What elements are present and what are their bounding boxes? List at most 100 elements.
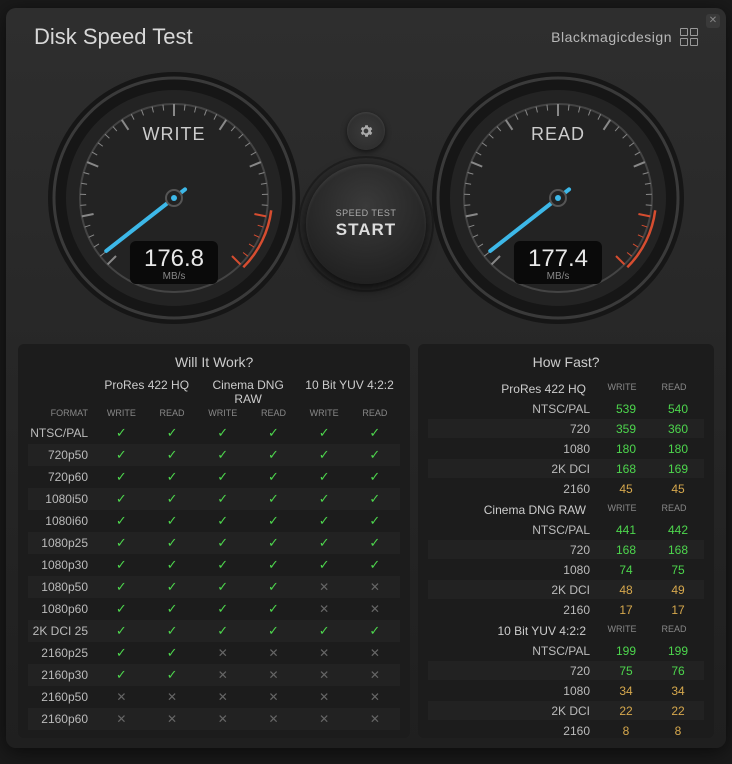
read-value-box: 177.4 MB/s	[514, 241, 602, 284]
codec-section-header: 10 Bit YUV 4:2:2 WRITE READ	[428, 620, 704, 640]
read-value: 442	[652, 523, 704, 537]
check-icon: ✓	[217, 425, 228, 441]
result-cell: ✓	[197, 510, 248, 532]
check-icon: ✓	[116, 447, 127, 463]
result-cell: ✕	[197, 664, 248, 686]
how-fast-title: How Fast?	[428, 354, 704, 378]
cross-icon: ✕	[319, 602, 329, 616]
result-cell: ✓	[96, 532, 147, 554]
check-icon: ✓	[268, 579, 279, 595]
write-value: 75	[600, 664, 652, 678]
result-cell: ✓	[147, 664, 198, 686]
cross-icon: ✕	[218, 668, 228, 682]
check-icon: ✓	[116, 623, 127, 639]
check-icon: ✓	[369, 469, 380, 485]
result-cell: ✓	[197, 554, 248, 576]
format-row-label: 1080i50	[28, 488, 96, 510]
app-title: Disk Speed Test	[34, 24, 193, 50]
gauges-row: WRITE 176.8 MB/s SPEED TEST START READ 1…	[6, 58, 726, 344]
cross-icon: ✕	[319, 580, 329, 594]
write-value: 180	[600, 442, 652, 456]
check-icon: ✓	[167, 667, 178, 683]
format-label: 2160	[428, 724, 600, 738]
write-value: 176.8	[144, 245, 204, 273]
write-value: 45	[600, 482, 652, 496]
check-icon: ✓	[217, 469, 228, 485]
result-cell: ✕	[350, 642, 401, 664]
result-cell: ✓	[197, 422, 248, 444]
result-cell: ✓	[96, 488, 147, 510]
read-header: READ	[350, 408, 401, 422]
format-label: 2K DCI	[428, 583, 600, 597]
read-value: 199	[652, 644, 704, 658]
format-label: NTSC/PAL	[428, 402, 600, 416]
result-cell: ✓	[299, 554, 350, 576]
cross-icon: ✕	[370, 668, 380, 682]
start-button[interactable]: SPEED TEST START	[306, 164, 426, 284]
result-cell: ✓	[96, 620, 147, 642]
result-cell: ✓	[299, 510, 350, 532]
result-cell: ✓	[350, 554, 401, 576]
cross-icon: ✕	[370, 712, 380, 726]
read-value: 540	[652, 402, 704, 416]
close-icon: ✕	[709, 16, 717, 26]
format-row-label: 1080p60	[28, 598, 96, 620]
speed-row: 1080 74 75	[428, 560, 704, 579]
read-value: 17	[652, 603, 704, 617]
result-cell: ✓	[248, 466, 299, 488]
result-cell: ✓	[96, 466, 147, 488]
check-icon: ✓	[167, 447, 178, 463]
write-value: 441	[600, 523, 652, 537]
check-icon: ✓	[116, 513, 127, 529]
speed-row: 1080 34 34	[428, 681, 704, 700]
format-label: 720	[428, 422, 600, 436]
result-cell: ✓	[299, 422, 350, 444]
result-cell: ✓	[248, 554, 299, 576]
result-cell: ✓	[350, 532, 401, 554]
read-value: 75	[652, 563, 704, 577]
brand-logo-icon	[680, 28, 698, 46]
result-cell: ✕	[350, 664, 401, 686]
write-value: 168	[600, 462, 652, 476]
read-value: 34	[652, 684, 704, 698]
will-it-work-title: Will It Work?	[28, 354, 400, 378]
close-button[interactable]: ✕	[706, 14, 720, 28]
format-label: NTSC/PAL	[428, 523, 600, 537]
speed-row: 2160 8 8	[428, 721, 704, 740]
settings-button[interactable]	[347, 112, 385, 150]
read-value: 168	[652, 543, 704, 557]
check-icon: ✓	[116, 645, 127, 661]
check-icon: ✓	[167, 425, 178, 441]
result-cell: ✓	[248, 598, 299, 620]
result-cell: ✓	[147, 466, 198, 488]
cross-icon: ✕	[218, 646, 228, 660]
write-value: 8	[600, 724, 652, 738]
result-cell: ✓	[147, 488, 198, 510]
write-header: WRITE	[596, 382, 648, 396]
check-icon: ✓	[369, 535, 380, 551]
cross-icon: ✕	[268, 712, 278, 726]
result-cell: ✓	[147, 576, 198, 598]
format-row-label: 1080p25	[28, 532, 96, 554]
check-icon: ✓	[268, 491, 279, 507]
result-cell: ✓	[248, 576, 299, 598]
speed-row: NTSC/PAL 441 442	[428, 520, 704, 539]
check-icon: ✓	[217, 491, 228, 507]
speed-row: 2160 45 45	[428, 479, 704, 498]
check-icon: ✓	[319, 557, 330, 573]
center-controls: SPEED TEST START	[306, 112, 426, 284]
brand: Blackmagicdesign	[551, 28, 698, 46]
check-icon: ✓	[167, 579, 178, 595]
check-icon: ✓	[268, 425, 279, 441]
result-cell: ✓	[96, 554, 147, 576]
format-row-label: 1080p30	[28, 554, 96, 576]
format-label: 2160	[428, 482, 600, 496]
check-icon: ✓	[116, 557, 127, 573]
write-value: 22	[600, 704, 652, 718]
check-icon: ✓	[217, 623, 228, 639]
check-icon: ✓	[319, 513, 330, 529]
check-icon: ✓	[116, 667, 127, 683]
result-cell: ✓	[197, 466, 248, 488]
read-gauge: READ 177.4 MB/s	[428, 68, 688, 328]
result-cell: ✓	[299, 620, 350, 642]
